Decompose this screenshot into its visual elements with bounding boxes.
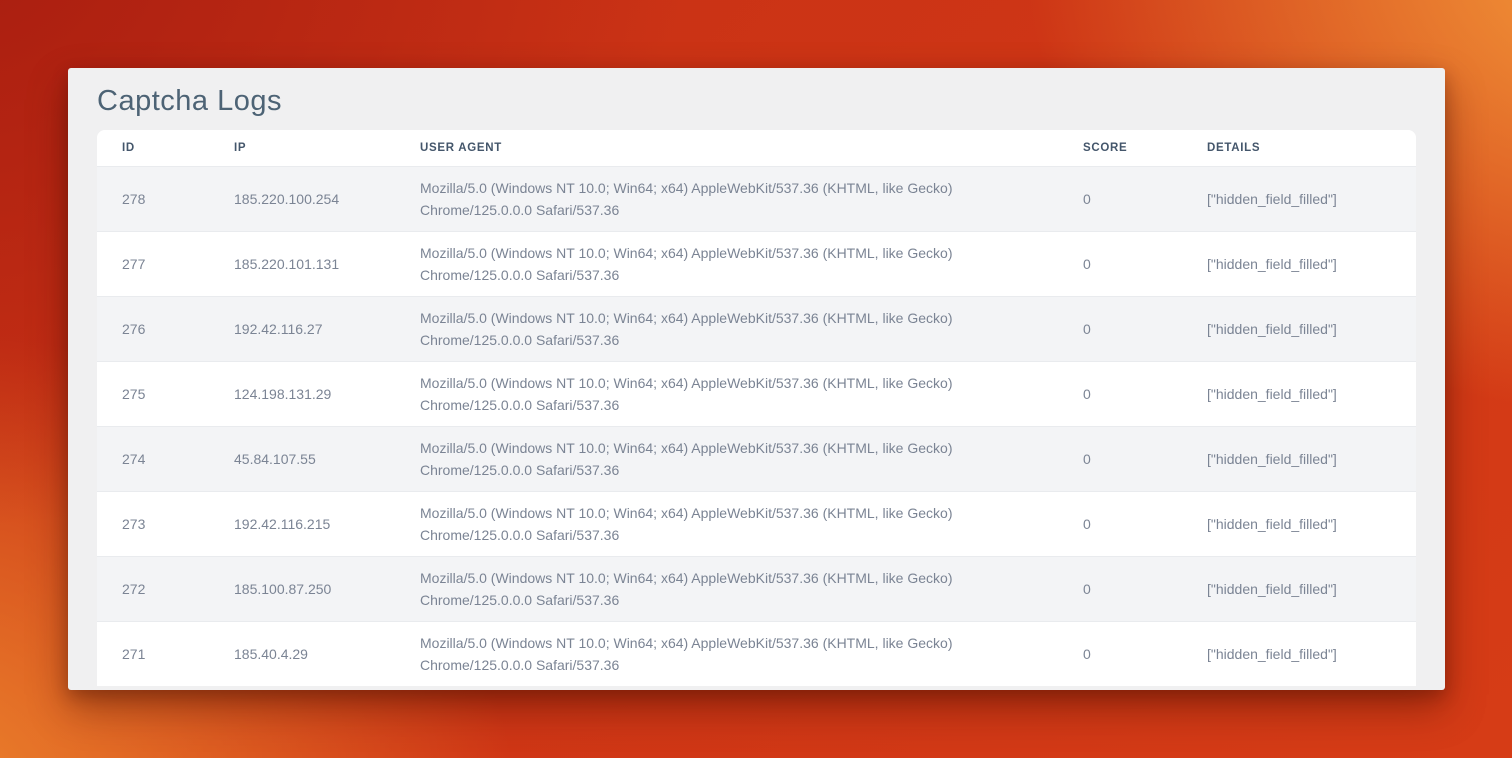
- cell-details: ["hidden_field_filled"]: [1191, 492, 1416, 557]
- captcha-logs-card: Captcha Logs IDIPUSER AGENTSCOREDETAILST…: [68, 68, 1445, 690]
- cell-details: ["hidden_field_filled"]: [1191, 297, 1416, 362]
- cell-user-agent: Mozilla/5.0 (Windows NT 10.0; Win64; x64…: [404, 557, 1067, 622]
- table-row: 277185.220.101.131Mozilla/5.0 (Windows N…: [97, 232, 1416, 297]
- cell-score: 0: [1067, 232, 1191, 297]
- logs-table-container: IDIPUSER AGENTSCOREDETAILSTIMESTAMP 2781…: [97, 130, 1416, 686]
- cell-user-agent: Mozilla/5.0 (Windows NT 10.0; Win64; x64…: [404, 297, 1067, 362]
- cell-id: 278: [97, 167, 218, 232]
- column-header-ip: IP: [218, 130, 404, 167]
- cell-id: 273: [97, 492, 218, 557]
- cell-user-agent: Mozilla/5.0 (Windows NT 10.0; Win64; x64…: [404, 492, 1067, 557]
- table-body: 278185.220.100.254Mozilla/5.0 (Windows N…: [97, 167, 1416, 687]
- cell-score: 0: [1067, 492, 1191, 557]
- table-row: 27445.84.107.55Mozilla/5.0 (Windows NT 1…: [97, 427, 1416, 492]
- cell-details: ["hidden_field_filled"]: [1191, 557, 1416, 622]
- table-row: 272185.100.87.250Mozilla/5.0 (Windows NT…: [97, 557, 1416, 622]
- cell-ip: 185.40.4.29: [218, 622, 404, 687]
- cell-id: 272: [97, 557, 218, 622]
- cell-ip: 124.198.131.29: [218, 362, 404, 427]
- table-row: 275124.198.131.29Mozilla/5.0 (Windows NT…: [97, 362, 1416, 427]
- column-header-id: ID: [97, 130, 218, 167]
- cell-score: 0: [1067, 167, 1191, 232]
- column-header-score: SCORE: [1067, 130, 1191, 167]
- page-background: { "page": { "title": "Captcha Logs" }, "…: [0, 0, 1512, 758]
- cell-score: 0: [1067, 557, 1191, 622]
- cell-score: 0: [1067, 362, 1191, 427]
- table-row: 271185.40.4.29Mozilla/5.0 (Windows NT 10…: [97, 622, 1416, 687]
- cell-details: ["hidden_field_filled"]: [1191, 167, 1416, 232]
- table-row: 276192.42.116.27Mozilla/5.0 (Windows NT …: [97, 297, 1416, 362]
- cell-score: 0: [1067, 427, 1191, 492]
- cell-user-agent: Mozilla/5.0 (Windows NT 10.0; Win64; x64…: [404, 232, 1067, 297]
- table-row: 273192.42.116.215Mozilla/5.0 (Windows NT…: [97, 492, 1416, 557]
- cell-ip: 45.84.107.55: [218, 427, 404, 492]
- cell-user-agent: Mozilla/5.0 (Windows NT 10.0; Win64; x64…: [404, 167, 1067, 232]
- table-row: 278185.220.100.254Mozilla/5.0 (Windows N…: [97, 167, 1416, 232]
- cell-ip: 185.220.100.254: [218, 167, 404, 232]
- page-title: Captcha Logs: [68, 68, 1445, 130]
- cell-user-agent: Mozilla/5.0 (Windows NT 10.0; Win64; x64…: [404, 427, 1067, 492]
- cell-details: ["hidden_field_filled"]: [1191, 232, 1416, 297]
- cell-details: ["hidden_field_filled"]: [1191, 622, 1416, 687]
- cell-ip: 192.42.116.215: [218, 492, 404, 557]
- cell-id: 274: [97, 427, 218, 492]
- cell-user-agent: Mozilla/5.0 (Windows NT 10.0; Win64; x64…: [404, 622, 1067, 687]
- cell-score: 0: [1067, 297, 1191, 362]
- cell-id: 275: [97, 362, 218, 427]
- captcha-logs-table: IDIPUSER AGENTSCOREDETAILSTIMESTAMP 2781…: [97, 130, 1416, 686]
- cell-id: 276: [97, 297, 218, 362]
- cell-ip: 192.42.116.27: [218, 297, 404, 362]
- column-header-details: DETAILS: [1191, 130, 1416, 167]
- cell-user-agent: Mozilla/5.0 (Windows NT 10.0; Win64; x64…: [404, 362, 1067, 427]
- cell-id: 277: [97, 232, 218, 297]
- cell-ip: 185.100.87.250: [218, 557, 404, 622]
- cell-details: ["hidden_field_filled"]: [1191, 362, 1416, 427]
- column-header-user-agent: USER AGENT: [404, 130, 1067, 167]
- cell-details: ["hidden_field_filled"]: [1191, 427, 1416, 492]
- table-head: IDIPUSER AGENTSCOREDETAILSTIMESTAMP: [97, 130, 1416, 167]
- cell-id: 271: [97, 622, 218, 687]
- cell-ip: 185.220.101.131: [218, 232, 404, 297]
- cell-score: 0: [1067, 622, 1191, 687]
- table-header-row: IDIPUSER AGENTSCOREDETAILSTIMESTAMP: [97, 130, 1416, 167]
